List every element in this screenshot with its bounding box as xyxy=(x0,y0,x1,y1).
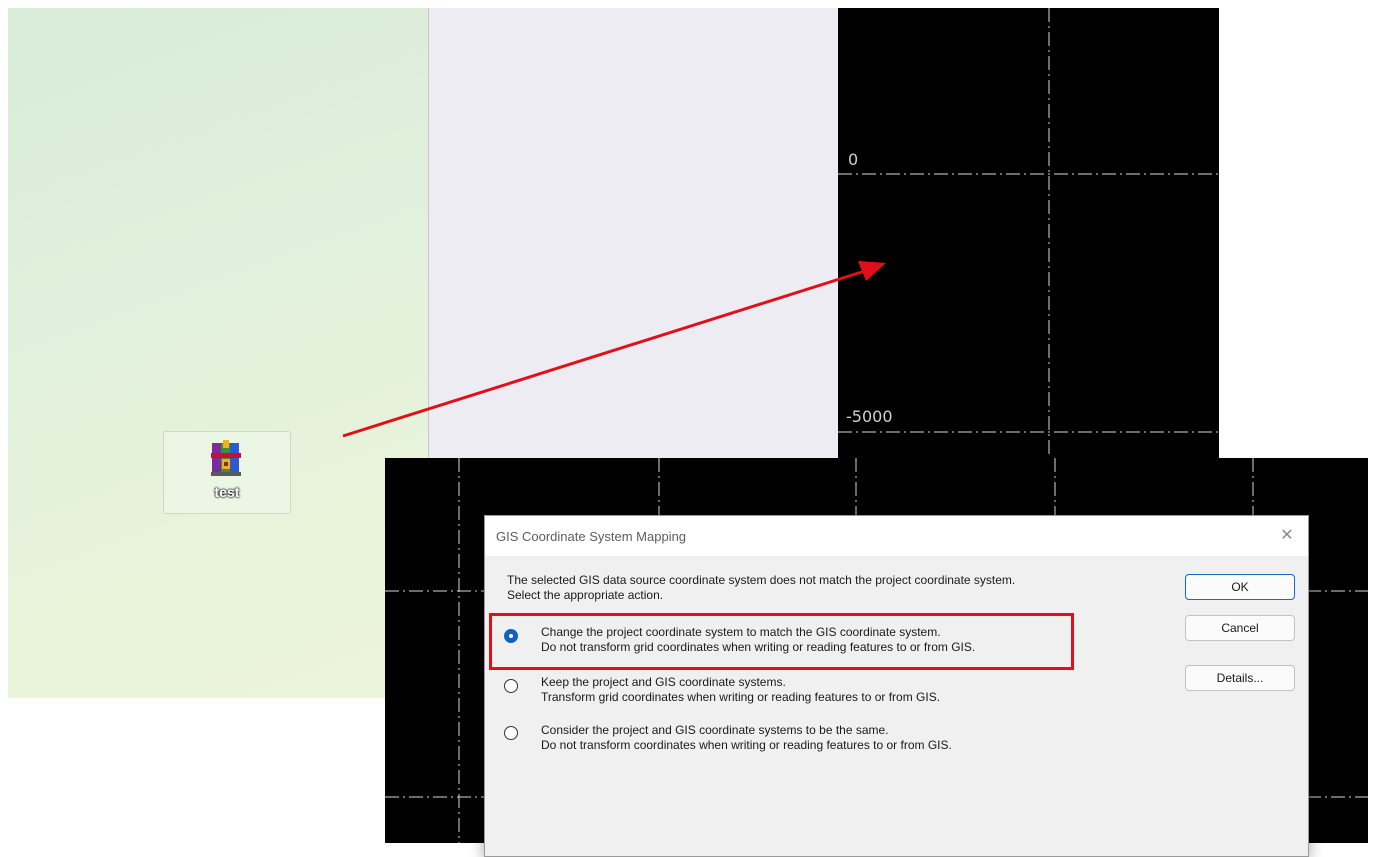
annotation-highlight-box xyxy=(489,613,1074,670)
dialog-message-line2: Select the appropriate action. xyxy=(507,588,664,602)
details-button[interactable]: Details... xyxy=(1185,665,1295,691)
option-consider-same-line1: Consider the project and GIS coordinate … xyxy=(541,723,889,737)
dialog-titlebar: GIS Coordinate System Mapping ✕ xyxy=(485,516,1308,556)
dialog-title: GIS Coordinate System Mapping xyxy=(496,529,687,544)
close-icon[interactable]: ✕ xyxy=(1276,525,1298,547)
gis-coordinate-dialog: GIS Coordinate System Mapping ✕ The sele… xyxy=(484,515,1309,857)
option-keep-systems-line1: Keep the project and GIS coordinate syst… xyxy=(541,675,786,689)
cancel-button[interactable]: Cancel xyxy=(1185,615,1295,641)
dialog-message-line1: The selected GIS data source coordinate … xyxy=(507,573,1016,587)
radio-keep-systems[interactable] xyxy=(504,679,518,693)
ok-button[interactable]: OK xyxy=(1185,574,1295,600)
radio-consider-same[interactable] xyxy=(504,726,518,740)
option-consider-same-line2: Do not transform coordinates when writin… xyxy=(541,738,952,752)
option-keep-systems-line2: Transform grid coordinates when writing … xyxy=(541,690,941,704)
